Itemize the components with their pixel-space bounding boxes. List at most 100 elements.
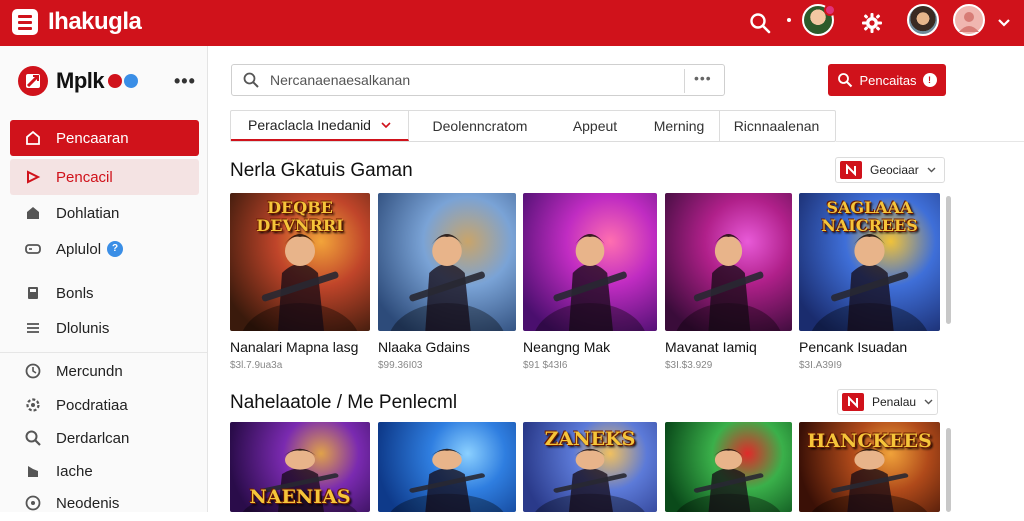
section-title: Nahelaatole / Me Penlecml [230,392,458,413]
game-thumbnail[interactable]: SAGLAAA NAICREES [799,193,940,331]
game-card[interactable] [378,422,516,512]
game-card[interactable]: Mavanat Iamiq $3I.$3.929 [665,193,792,371]
menu-icon[interactable] [12,9,38,35]
game-title[interactable]: Nanalari Mapna lasg [230,339,370,355]
info-icon [24,494,42,512]
sidebar-item-derdarlcan[interactable]: Derdarlcan [10,420,199,456]
game-card[interactable] [665,422,792,512]
clock-icon [24,362,42,380]
brand-badges [108,74,139,88]
search-icon [24,429,42,447]
game-card[interactable]: HANCKEES [799,422,940,512]
game-card[interactable]: NAENIAS [230,422,370,512]
sidebar: Mplk ••• Pencaaran Pencacil Dohlatian Ap… [0,46,208,512]
tab-peraclacla-inedanid[interactable]: Peraclacla Inedanid [231,111,409,141]
search-input[interactable] [270,72,680,88]
separator-dot [787,18,791,22]
tab-deolenncratom[interactable]: Deolenncratom [409,111,551,141]
sidebar-item-aplulol[interactable]: Aplulol ? [10,231,199,267]
sidebar-item-label: Pocdratiaa [56,396,128,414]
brand[interactable]: Mplk [18,66,139,96]
sidebar-item-label: Dohlatian [56,204,120,222]
game-thumbnail[interactable] [378,193,516,331]
brand-logo-icon [18,66,48,96]
game-logo-text: SAGLAAA NAICREES [821,198,918,235]
search-icon [838,73,853,88]
game-card[interactable]: ZANEKS [523,422,657,512]
game-thumbnail[interactable] [378,422,516,512]
game-logo-text: NAENIAS [249,486,351,508]
scrollbar[interactable] [946,428,951,512]
help-badge: ? [107,241,124,257]
user-avatar[interactable] [907,4,939,36]
list-icon [24,319,42,337]
game-price: $3l.7.9ua3a [230,360,283,371]
sidebar-item-neodenis[interactable]: Neodenis [10,485,199,521]
search-icon [243,72,259,88]
sidebar-item-label: Iache [56,462,93,480]
game-thumbnail[interactable] [665,193,792,331]
search-button-badge: ! [922,73,937,87]
gear-icon[interactable] [857,8,887,38]
game-card[interactable]: DEQBE DEVNRRI Nanalari Mapna lasg $3l.7.9u… [230,193,370,371]
search-button[interactable]: Pencaitas ! [828,64,946,96]
game-logo-text: HANCKEES [807,430,932,452]
scrollbar[interactable] [946,196,951,324]
character-art [535,234,645,331]
game-thumbnail[interactable]: HANCKEES [799,422,940,512]
sidebar-item-pocdratiaa[interactable]: Pocdratiaa [10,387,199,423]
sidebar-item-pencaaran[interactable]: Pencaaran [10,120,199,156]
sidebar-item-label: Pencacil [56,168,113,186]
sidebar-item-label: Mercundn [56,362,123,380]
game-price: $99.36I03 [378,360,423,371]
search-bar: ••• [231,64,725,96]
character-art [676,234,781,331]
sidebar-item-mercundn[interactable]: Mercundn [10,353,199,389]
game-thumbnail[interactable]: ZANEKS [523,422,657,512]
sidebar-item-dlolunis[interactable]: Dlolunis [10,310,199,346]
sort-dropdown[interactable]: Geociaar [835,157,945,183]
tab-merning[interactable]: Merning [639,111,719,141]
notification-avatar[interactable] [802,4,836,36]
brand-name: Mplk [56,68,105,93]
game-thumbnail[interactable]: DEQBE DEVNRRI [230,193,370,331]
settings-icon [24,396,42,414]
profile-avatar[interactable] [953,4,985,36]
sidebar-item-dohlatian[interactable]: Dohlatian [10,195,199,231]
game-thumbnail[interactable]: NAENIAS [230,422,370,512]
game-icon [24,168,42,186]
character-art [390,234,504,331]
home-icon [24,129,42,147]
sort-dropdown[interactable]: Penalau [837,389,938,415]
game-thumbnail[interactable] [523,193,657,331]
sort-logo-icon [840,161,862,179]
app-title: Ihakugla [48,8,142,35]
game-title[interactable]: Mavanat Iamiq [665,339,792,355]
sidebar-item-label: Aplulol [56,240,102,258]
more-options-icon[interactable]: ••• [174,71,196,92]
game-title[interactable]: Nlaaka Gdains [378,339,516,355]
sidebar-item-iache[interactable]: Iache [10,453,199,489]
game-thumbnail[interactable] [665,422,792,512]
search-button-label: Pencaitas [859,72,917,88]
chevron-down-icon[interactable] [989,8,1019,38]
game-card[interactable]: Nlaaka Gdains $99.36I03 [378,193,516,371]
sidebar-item-label: Pencaaran [56,129,129,147]
game-card[interactable]: Neangng Mak $91 $43I6 [523,193,657,371]
top-bar: Ihakugla [0,0,1024,46]
game-card[interactable]: SAGLAAA NAICREES Pencank Isuadan $3I.A39I9 [799,193,940,371]
tab-ricnnaalenan[interactable]: Ricnnaalenan [719,111,833,141]
game-title[interactable]: Neangng Mak [523,339,657,355]
section-title: Nerla Gkatuis Gaman [230,160,413,181]
tab-label: Merning [653,118,705,134]
sidebar-item-pencacil[interactable]: Pencacil [10,159,199,195]
search-icon[interactable] [745,8,775,38]
game-title[interactable]: Pencank Isuadan [799,339,940,355]
chevron-down-icon [924,399,933,405]
chevron-down-icon [927,167,936,173]
search-options-icon[interactable]: ••• [694,70,712,86]
sort-label: Geociaar [870,163,919,177]
tab-appeut[interactable]: Appeut [551,111,639,141]
sidebar-item-bonls[interactable]: Bonls [10,275,199,311]
sort-label: Penalau [872,395,917,409]
